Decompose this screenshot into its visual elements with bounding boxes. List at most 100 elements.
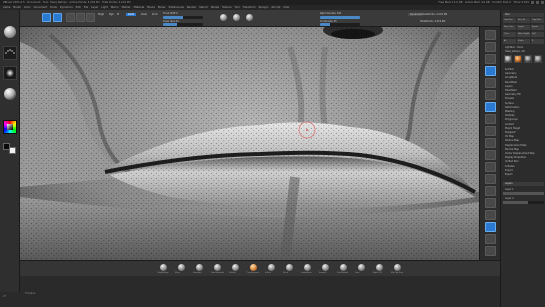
view-button-lsym[interactable]	[485, 138, 496, 148]
brush-slot-hpolish-icon[interactable]	[232, 264, 239, 271]
subpalette-subtool[interactable]: SubTool	[503, 68, 544, 71]
color-picker-square[interactable]	[7, 124, 13, 130]
brush-slot-trimdynamic-icon[interactable]	[250, 264, 257, 271]
m-toggle[interactable]: M	[117, 13, 119, 16]
brush-slot-skinshade4-icon[interactable]	[340, 264, 347, 271]
brush-slot-dots-icon[interactable]	[358, 264, 365, 271]
rotate-mode-button[interactable]	[86, 13, 95, 22]
alpha-preview-icon[interactable]	[246, 14, 253, 21]
subpalette-export[interactable]: Export	[503, 173, 544, 176]
brush-slot-damstandard-icon[interactable]	[214, 264, 221, 271]
timeline-label[interactable]: Timeline	[25, 292, 35, 295]
zcut-toggle[interactable]: Zcut	[152, 13, 157, 16]
scale-mode-button[interactable]	[76, 13, 85, 22]
minimize-icon[interactable]	[531, 1, 534, 4]
color-picker[interactable]	[3, 120, 17, 134]
stroke-selector[interactable]	[3, 46, 17, 60]
maximize-icon[interactable]	[536, 1, 539, 4]
view-button-persp[interactable]	[485, 102, 496, 112]
view-button-xpose[interactable]	[485, 150, 496, 160]
move-mode-button[interactable]	[66, 13, 75, 22]
subpalette-geometry-hd[interactable]: Geometry HD	[503, 93, 544, 96]
tool-thumb-cylinder[interactable]	[524, 55, 532, 63]
layer-name[interactable]: Layer 2	[503, 197, 544, 200]
tool-button-r[interactable]: R	[531, 39, 544, 44]
canvas-viewport[interactable]	[20, 27, 479, 260]
subpalette-fibermesh[interactable]: FiberMesh	[503, 89, 544, 92]
brush-slot-alpha-off-icon[interactable]	[376, 264, 383, 271]
subpalette-arraymesh[interactable]: ArrayMesh	[503, 76, 544, 79]
view-button-frame[interactable]	[485, 162, 496, 172]
subpalette-displacement-map[interactable]: Displacement Map	[503, 144, 544, 147]
brush-preview-icon[interactable]	[233, 14, 240, 21]
tool-button-import[interactable]: Import	[517, 25, 530, 30]
layer-strength-slider[interactable]	[503, 192, 544, 195]
mrgb-toggle[interactable]: Mrgb	[98, 13, 104, 16]
secondary-color-swatch[interactable]	[9, 147, 16, 154]
layers-header[interactable]: Layers	[503, 182, 544, 186]
tool-button-goz[interactable]: GoZ	[531, 32, 544, 37]
subpalette-import[interactable]: Import	[503, 169, 544, 172]
view-button-rotate[interactable]	[485, 198, 496, 208]
tool-button-visible[interactable]: Visible	[517, 39, 530, 44]
tool-button-copy-tool[interactable]: Copy Tool	[531, 18, 544, 23]
palette-header[interactable]: Tool	[503, 13, 544, 17]
brush-slot-snakehook-icon[interactable]	[304, 264, 311, 271]
draw-mode-button[interactable]	[53, 13, 62, 22]
subpalette-surface[interactable]: Surface	[503, 102, 544, 105]
tool-button-export[interactable]: Export	[531, 25, 544, 30]
subpalette-masking[interactable]: Masking	[503, 110, 544, 113]
subpalette-preview[interactable]: Preview	[503, 97, 544, 100]
subpalette-layers[interactable]: Layers	[503, 85, 544, 88]
view-button-transp[interactable]	[485, 222, 496, 232]
material-preview-icon[interactable]	[220, 14, 227, 21]
brush-slot-pinch-icon[interactable]	[286, 264, 293, 271]
view-button-solo[interactable]	[485, 246, 496, 256]
subpalette-initialize[interactable]: Initialize	[503, 165, 544, 168]
subpalette-normal-map[interactable]: Normal Map	[503, 148, 544, 151]
subpalette-uv-map[interactable]: UV Map	[503, 135, 544, 138]
subpalette-texture-map[interactable]: Texture Map	[503, 139, 544, 142]
subpalette-nanomesh[interactable]: NanoMesh	[503, 81, 544, 84]
tool-button-all[interactable]: All	[503, 39, 516, 44]
tool-thumb-polymesh[interactable]	[534, 55, 542, 63]
z-intensity-slider[interactable]	[320, 23, 360, 26]
subpalette-unified-skin[interactable]: Unified Skin	[503, 160, 544, 163]
tool-button-paste-tool[interactable]: Paste Tool	[503, 25, 516, 30]
brush-slot-matcap-gray-icon[interactable]	[394, 264, 401, 271]
subpalette-polypaint[interactable]: Polypaint	[503, 131, 544, 134]
view-button-aahalf[interactable]	[485, 90, 496, 100]
subpalette-deformation[interactable]: Deformation	[503, 106, 544, 109]
tool-button-load-tool[interactable]: Load Tool	[503, 18, 516, 23]
edit-mode-button[interactable]	[42, 13, 51, 22]
view-button-floor[interactable]	[485, 114, 496, 124]
view-button-local[interactable]	[485, 126, 496, 136]
draw-size-slider[interactable]	[163, 23, 203, 26]
tool-thumb-head[interactable]	[504, 55, 512, 63]
view-button-scroll[interactable]	[485, 54, 496, 64]
view-button-move[interactable]	[485, 174, 496, 184]
focal-shift-slider[interactable]	[163, 16, 203, 19]
subpalette-vector-displacement-map[interactable]: Vector Displacement Map	[503, 152, 544, 155]
close-icon[interactable]	[541, 1, 544, 4]
subpalette-contact[interactable]: Contact	[503, 123, 544, 126]
view-button-polyf[interactable]	[485, 210, 496, 220]
brush-slot-smooth-icon[interactable]	[322, 264, 329, 271]
rgb-toggle[interactable]: Rgb	[109, 13, 114, 16]
brush-slot-move-icon[interactable]	[178, 264, 185, 271]
view-button-actual[interactable]	[485, 78, 496, 88]
tool-button-save-as[interactable]: Save As	[517, 18, 530, 23]
lightbox-tools[interactable]: Lightbox › Tools	[503, 46, 544, 49]
subpalette-morph-target[interactable]: Morph Target	[503, 127, 544, 130]
brush-slot-inflate-icon[interactable]	[268, 264, 275, 271]
subpalette-visibility[interactable]: Visibility	[503, 114, 544, 117]
layer-name[interactable]: Layer 1	[503, 188, 544, 191]
zsub-toggle[interactable]: Zsub	[141, 13, 147, 16]
brush-selector[interactable]	[4, 26, 16, 38]
layer-strength-slider[interactable]	[503, 201, 544, 204]
material-selector[interactable]	[4, 88, 16, 100]
view-button-bpr[interactable]	[485, 30, 496, 40]
view-button-scale[interactable]	[485, 186, 496, 196]
subpalette-geometry[interactable]: Geometry	[503, 72, 544, 75]
view-button-zoom[interactable]	[485, 66, 496, 76]
